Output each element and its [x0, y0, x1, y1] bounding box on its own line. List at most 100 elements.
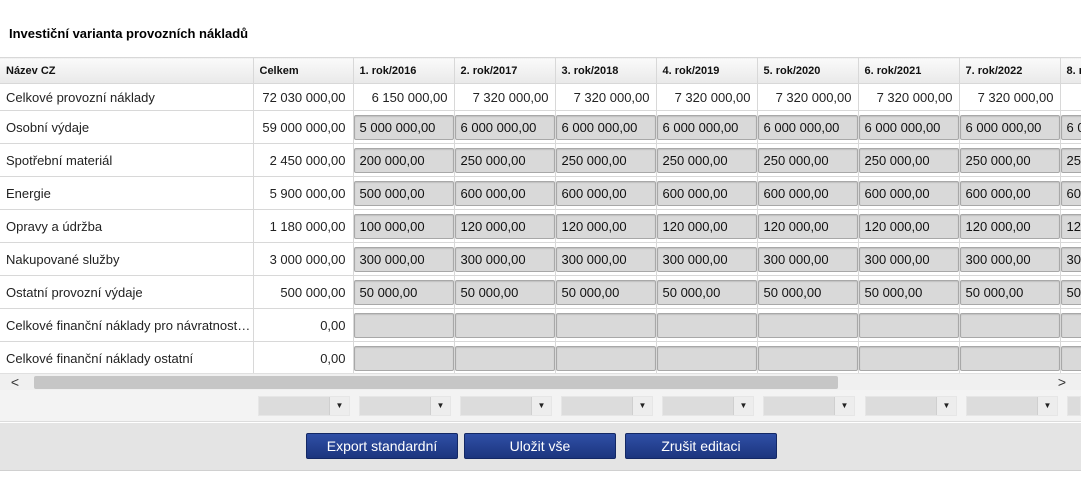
- value-input[interactable]: 6 000 000,00: [555, 114, 655, 140]
- value-input[interactable]: 300 000,00: [555, 246, 655, 272]
- dropdown-arrow-icon[interactable]: ▼: [834, 397, 854, 415]
- column-filter-dropdown[interactable]: [1067, 396, 1081, 416]
- value-input[interactable]: 50 000,00: [656, 279, 756, 305]
- column-filter-dropdown[interactable]: ▼: [258, 396, 350, 416]
- column-header-year[interactable]: 6. rok/2021: [858, 57, 960, 84]
- column-filter-dropdown[interactable]: ▼: [460, 396, 552, 416]
- scroll-left-arrow-icon[interactable]: <: [6, 374, 24, 391]
- column-header-name[interactable]: Název CZ: [0, 57, 254, 84]
- column-header-year[interactable]: 8. rok/2023: [1060, 57, 1081, 84]
- value-input[interactable]: 250 000,00: [858, 147, 958, 173]
- dropdown-arrow-icon[interactable]: ▼: [531, 397, 551, 415]
- value-input[interactable]: 50 000,00: [353, 279, 453, 305]
- value-input[interactable]: 50 000,00: [454, 279, 554, 305]
- value-input[interactable]: [555, 345, 655, 371]
- value-input[interactable]: 300 000,00: [858, 246, 958, 272]
- value-input[interactable]: 6 000 000,00: [656, 114, 756, 140]
- value-input[interactable]: 300 000,00: [454, 246, 554, 272]
- value-input[interactable]: 6 000 000,00: [757, 114, 857, 140]
- value-input[interactable]: 120 000,00: [757, 213, 857, 239]
- value-input[interactable]: 200 000,00: [353, 147, 453, 173]
- value-input[interactable]: 50 000,00: [555, 279, 655, 305]
- value-input[interactable]: [757, 312, 857, 338]
- value-input[interactable]: 300 000,00: [959, 246, 1059, 272]
- value-input[interactable]: 120 000,00: [858, 213, 958, 239]
- value-input[interactable]: 600 000,00: [656, 180, 756, 206]
- value-input[interactable]: 600 000,00: [959, 180, 1059, 206]
- value-input[interactable]: [656, 345, 756, 371]
- column-header-year[interactable]: 2. rok/2017: [454, 57, 556, 84]
- column-header-year[interactable]: 1. rok/2016: [353, 57, 455, 84]
- value-input[interactable]: 6 000 000,00: [1060, 114, 1081, 140]
- value-input[interactable]: 600 000,00: [858, 180, 958, 206]
- dropdown-arrow-icon[interactable]: ▼: [733, 397, 753, 415]
- value-input[interactable]: 250 000,00: [1060, 147, 1081, 173]
- value-input[interactable]: [454, 345, 554, 371]
- save-all-button[interactable]: Uložit vše: [464, 433, 616, 459]
- value-input[interactable]: 600 000,00: [555, 180, 655, 206]
- value-input[interactable]: 250 000,00: [656, 147, 756, 173]
- cancel-edit-button[interactable]: Zrušit editaci: [625, 433, 777, 459]
- value-input[interactable]: 600 000,00: [1060, 180, 1081, 206]
- value-input[interactable]: 600 000,00: [454, 180, 554, 206]
- cost-grid: Název CZ Celkem 1. rok/2016 2. rok/2017 …: [0, 57, 1081, 373]
- value-input[interactable]: [1060, 345, 1081, 371]
- value-input[interactable]: 50 000,00: [1060, 279, 1081, 305]
- value-input[interactable]: 250 000,00: [454, 147, 554, 173]
- value-input[interactable]: [858, 345, 958, 371]
- value-input[interactable]: [1060, 312, 1081, 338]
- value-input[interactable]: 50 000,00: [757, 279, 857, 305]
- column-filter-dropdown[interactable]: ▼: [763, 396, 855, 416]
- value-input[interactable]: 120 000,00: [656, 213, 756, 239]
- value-input[interactable]: 600 000,00: [757, 180, 857, 206]
- value-input[interactable]: [757, 345, 857, 371]
- value-input[interactable]: 120 000,00: [959, 213, 1059, 239]
- value-input[interactable]: 120 000,00: [555, 213, 655, 239]
- value-input[interactable]: 300 000,00: [1060, 246, 1081, 272]
- value-input[interactable]: [555, 312, 655, 338]
- value-input[interactable]: 50 000,00: [858, 279, 958, 305]
- dropdown-arrow-icon[interactable]: ▼: [632, 397, 652, 415]
- dropdown-arrow-icon[interactable]: ▼: [1037, 397, 1057, 415]
- value-input[interactable]: 6 000 000,00: [858, 114, 958, 140]
- value-input[interactable]: 300 000,00: [757, 246, 857, 272]
- value-input[interactable]: 50 000,00: [959, 279, 1059, 305]
- dropdown-arrow-icon[interactable]: ▼: [936, 397, 956, 415]
- summary-value: 6 150 000,00: [353, 83, 455, 111]
- column-header-total[interactable]: Celkem: [253, 57, 354, 84]
- value-input[interactable]: 300 000,00: [656, 246, 756, 272]
- value-input[interactable]: 6 000 000,00: [959, 114, 1059, 140]
- value-input[interactable]: 250 000,00: [959, 147, 1059, 173]
- column-header-year[interactable]: 7. rok/2022: [959, 57, 1061, 84]
- scrollbar-thumb[interactable]: [34, 376, 838, 389]
- dropdown-arrow-icon[interactable]: ▼: [329, 397, 349, 415]
- value-input[interactable]: 300 000,00: [353, 246, 453, 272]
- column-filter-dropdown[interactable]: ▼: [662, 396, 754, 416]
- value-input[interactable]: [959, 312, 1059, 338]
- value-input[interactable]: 120 000,00: [454, 213, 554, 239]
- value-input[interactable]: [454, 312, 554, 338]
- value-input[interactable]: 250 000,00: [757, 147, 857, 173]
- column-header-year[interactable]: 3. rok/2018: [555, 57, 657, 84]
- scroll-right-arrow-icon[interactable]: >: [1053, 374, 1071, 391]
- horizontal-scrollbar[interactable]: < >: [0, 373, 1081, 390]
- column-filter-dropdown[interactable]: ▼: [865, 396, 957, 416]
- export-button[interactable]: Export standardní: [306, 433, 458, 459]
- value-input[interactable]: [959, 345, 1059, 371]
- column-filter-dropdown[interactable]: ▼: [966, 396, 1058, 416]
- column-header-year[interactable]: 4. rok/2019: [656, 57, 758, 84]
- column-header-year[interactable]: 5. rok/2020: [757, 57, 859, 84]
- value-input[interactable]: [353, 345, 453, 371]
- dropdown-arrow-icon[interactable]: ▼: [430, 397, 450, 415]
- value-input[interactable]: 120 000,00: [1060, 213, 1081, 239]
- value-input[interactable]: [353, 312, 453, 338]
- value-input[interactable]: 100 000,00: [353, 213, 453, 239]
- column-filter-dropdown[interactable]: ▼: [359, 396, 451, 416]
- value-input[interactable]: 500 000,00: [353, 180, 453, 206]
- value-input[interactable]: 250 000,00: [555, 147, 655, 173]
- value-input[interactable]: [656, 312, 756, 338]
- value-input[interactable]: [858, 312, 958, 338]
- column-filter-dropdown[interactable]: ▼: [561, 396, 653, 416]
- value-input[interactable]: 6 000 000,00: [454, 114, 554, 140]
- value-input[interactable]: 5 000 000,00: [353, 114, 453, 140]
